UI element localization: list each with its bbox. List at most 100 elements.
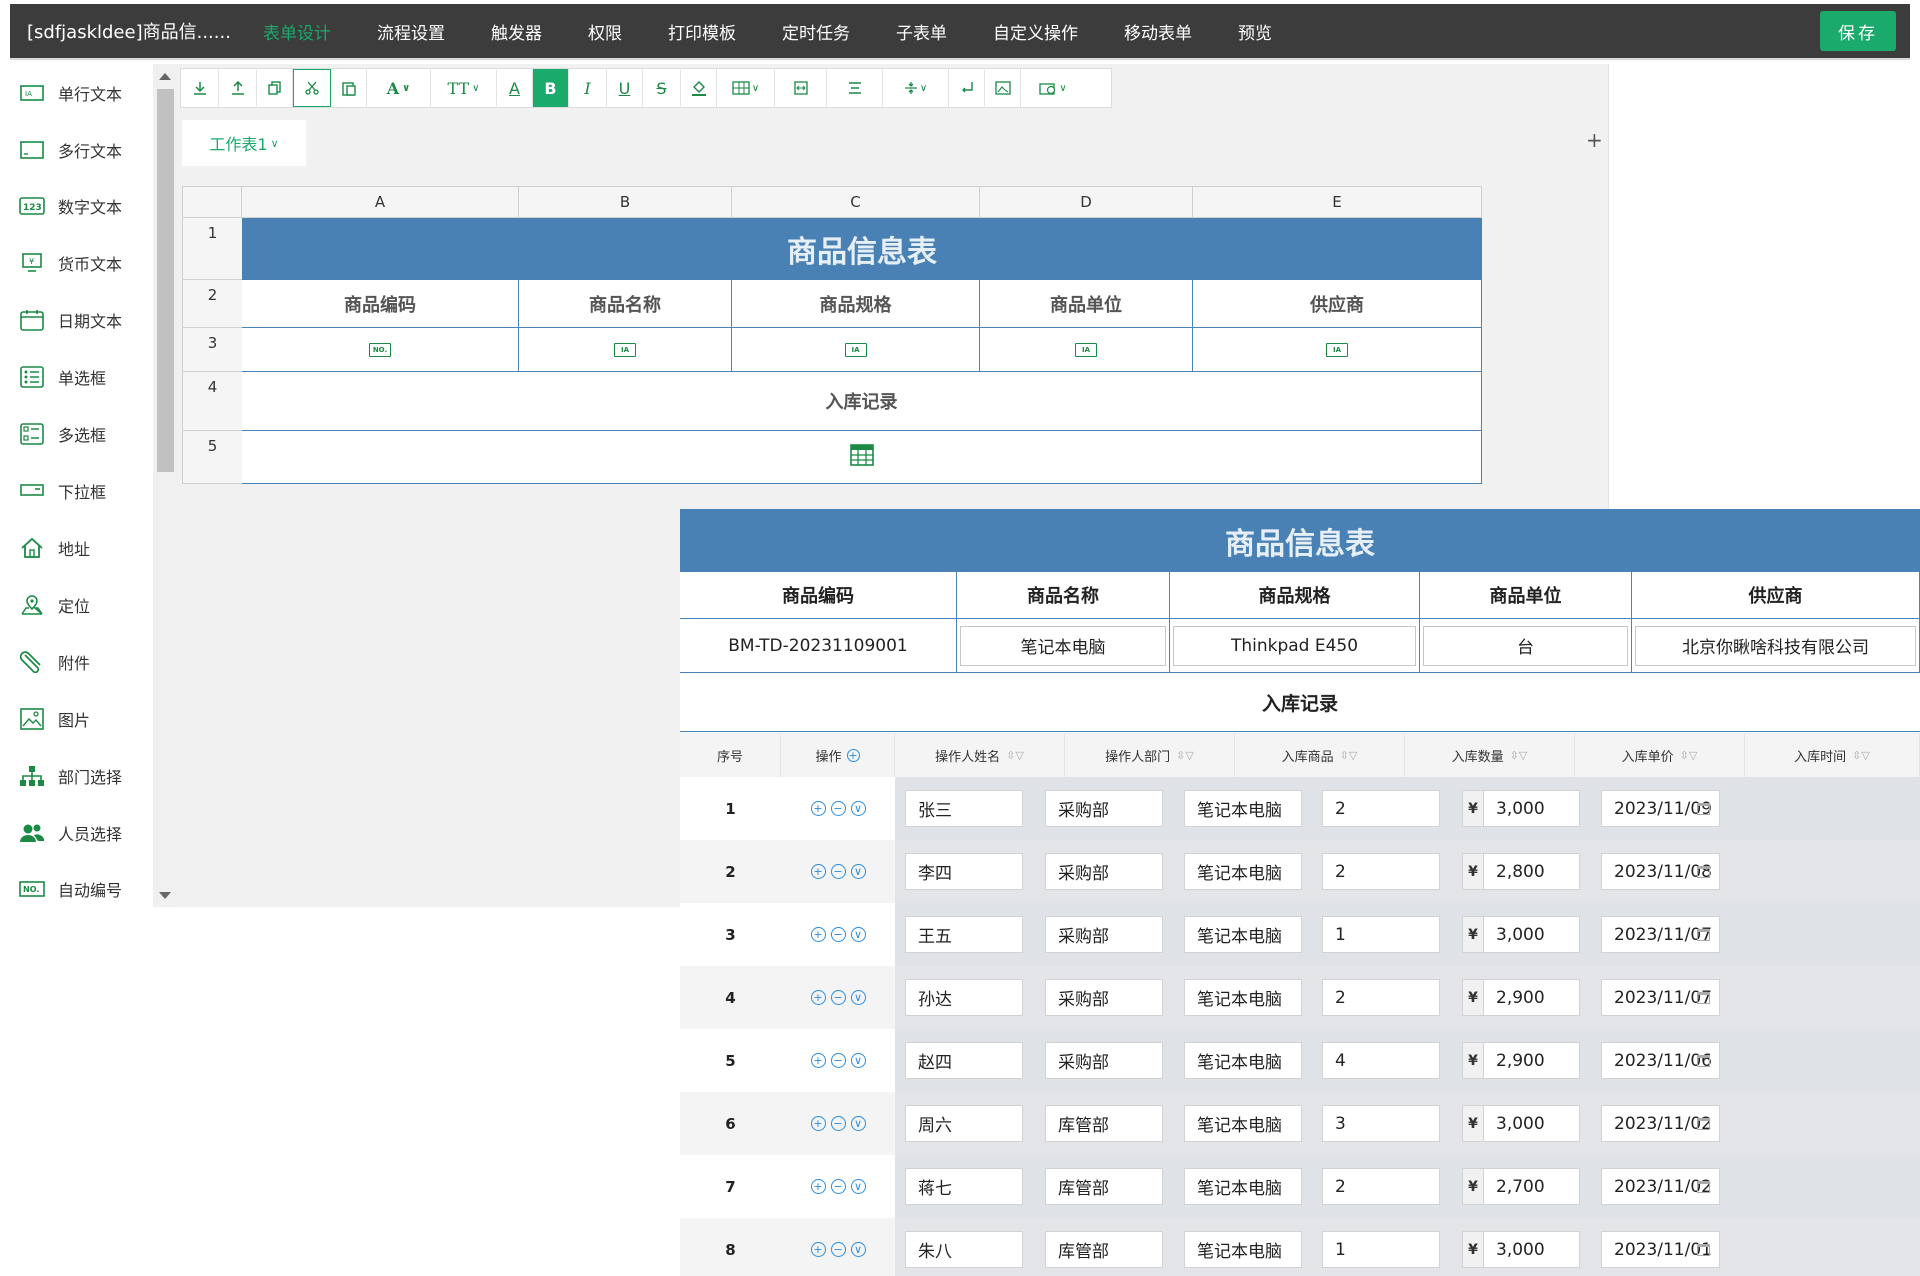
nav-form-design[interactable]: 表单设计	[240, 4, 354, 58]
product-input[interactable]: 笔记本电脑	[1184, 790, 1302, 827]
operator-name-input[interactable]: 张三	[905, 790, 1023, 827]
date-input[interactable]: 2023/11/06	[1601, 1042, 1720, 1079]
row-header-2[interactable]: 2	[182, 280, 242, 328]
scroll-down-arrow-icon[interactable]	[159, 892, 171, 899]
grid-header-cell[interactable]: 商品单位	[980, 280, 1193, 328]
date-input[interactable]: 2023/11/02	[1601, 1168, 1720, 1205]
border-icon[interactable]: ∨	[717, 69, 775, 107]
grid-header-cell[interactable]: 供应商	[1193, 280, 1482, 328]
nav-permissions[interactable]: 权限	[565, 4, 645, 58]
subform-header-operator[interactable]: 操作人姓名 ⇳▽	[895, 733, 1065, 777]
unit-price-input[interactable]: 2,800	[1483, 853, 1580, 890]
nav-subforms[interactable]: 子表单	[873, 4, 970, 58]
unit-price-input[interactable]: 3,000	[1483, 1105, 1580, 1142]
product-input[interactable]: 笔记本电脑	[1184, 1231, 1302, 1268]
scrollbar-thumb[interactable]	[157, 89, 174, 472]
palette-location[interactable]: 定位	[0, 585, 152, 625]
add-row-icon[interactable]: +	[810, 1116, 826, 1131]
grid-corner[interactable]	[182, 186, 242, 218]
export-icon[interactable]	[219, 69, 257, 107]
grid-header-cell[interactable]: 商品名称	[519, 280, 732, 328]
sort-filter-icon[interactable]: ⇳▽	[1680, 749, 1698, 762]
calendar-icon[interactable]	[1697, 1055, 1710, 1067]
quantity-input[interactable]: 2	[1322, 790, 1440, 827]
font-size-button[interactable]: TT ∨	[431, 69, 497, 107]
quantity-input[interactable]: 2	[1322, 1168, 1440, 1205]
calendar-icon[interactable]	[1697, 992, 1710, 1004]
operator-dept-input[interactable]: 采购部	[1045, 853, 1163, 890]
palette-people-select[interactable]: 人员选择	[0, 813, 152, 853]
calendar-icon[interactable]	[1697, 866, 1710, 878]
grid-subform-cell[interactable]	[242, 431, 1482, 484]
operator-dept-input[interactable]: 采购部	[1045, 979, 1163, 1016]
grid-field-cell[interactable]: NO.	[242, 328, 519, 372]
align-icon[interactable]	[827, 69, 883, 107]
grid-field-cell[interactable]: IA	[1193, 328, 1482, 372]
palette-date-text[interactable]: 日期文本	[0, 300, 152, 340]
font-color-button[interactable]: A	[497, 69, 533, 107]
add-row-icon[interactable]: +	[810, 864, 826, 879]
row-header-3[interactable]: 3	[182, 328, 242, 372]
operator-dept-input[interactable]: 库管部	[1045, 1231, 1163, 1268]
quantity-input[interactable]: 2	[1322, 853, 1440, 890]
palette-scrollbar[interactable]	[153, 64, 178, 907]
nav-preview[interactable]: 预览	[1215, 4, 1295, 58]
expand-row-icon[interactable]: ∨	[850, 927, 866, 942]
more-options-icon[interactable]: ∨	[1021, 69, 1085, 107]
operator-name-input[interactable]: 王五	[905, 916, 1023, 953]
remove-row-icon[interactable]: −	[830, 801, 846, 816]
italic-button[interactable]: I	[569, 69, 607, 107]
add-row-icon[interactable]: +	[846, 748, 860, 762]
sort-filter-icon[interactable]: ⇳▽	[1340, 749, 1358, 762]
nav-mobile-form[interactable]: 移动表单	[1101, 4, 1215, 58]
subform-header-price[interactable]: 入库单价 ⇳▽	[1575, 733, 1745, 777]
calendar-icon[interactable]	[1697, 1118, 1710, 1130]
remove-row-icon[interactable]: −	[830, 1116, 846, 1131]
palette-dropdown[interactable]: 下拉框	[0, 471, 152, 511]
date-input[interactable]: 2023/11/09	[1601, 790, 1720, 827]
add-row-icon[interactable]: +	[810, 990, 826, 1005]
unit-price-input[interactable]: 2,700	[1483, 1168, 1580, 1205]
insert-image-icon[interactable]	[985, 69, 1021, 107]
sort-filter-icon[interactable]: ⇳▽	[1176, 749, 1194, 762]
product-name-field[interactable]: 笔记本电脑	[960, 625, 1166, 666]
subform-header-qty[interactable]: 入库数量 ⇳▽	[1405, 733, 1575, 777]
nav-process-settings[interactable]: 流程设置	[354, 4, 468, 58]
remove-row-icon[interactable]: −	[830, 1179, 846, 1194]
strikethrough-button[interactable]: S	[643, 69, 681, 107]
palette-image[interactable]: 图片	[0, 699, 152, 739]
operator-name-input[interactable]: 孙达	[905, 979, 1023, 1016]
grid-field-cell[interactable]: IA	[980, 328, 1193, 372]
unit-price-input[interactable]: 3,000	[1483, 790, 1580, 827]
font-family-button[interactable]: A ∨	[367, 69, 431, 107]
palette-checkbox[interactable]: 多选框	[0, 414, 152, 454]
subform-header-date[interactable]: 入库时间 ⇳▽	[1745, 733, 1920, 777]
quantity-input[interactable]: 3	[1322, 1105, 1440, 1142]
import-icon[interactable]	[181, 69, 219, 107]
sort-filter-icon[interactable]: ⇳▽	[1006, 749, 1024, 762]
paste-icon[interactable]	[331, 69, 367, 107]
remove-row-icon[interactable]: −	[830, 927, 846, 942]
palette-single-line-text[interactable]: IA 单行文本	[0, 73, 152, 113]
underline-button[interactable]: U	[607, 69, 643, 107]
bold-button[interactable]: B	[533, 69, 569, 107]
expand-row-icon[interactable]: ∨	[850, 1179, 866, 1194]
valign-icon[interactable]: ∨	[883, 69, 949, 107]
expand-row-icon[interactable]: ∨	[850, 990, 866, 1005]
palette-multi-line-text[interactable]: 多行文本	[0, 130, 152, 170]
date-input[interactable]: 2023/11/01	[1601, 1231, 1720, 1268]
expand-row-icon[interactable]: ∨	[850, 1116, 866, 1131]
calendar-icon[interactable]	[1697, 929, 1710, 941]
operator-name-input[interactable]: 李四	[905, 853, 1023, 890]
remove-row-icon[interactable]: −	[830, 1053, 846, 1068]
unit-price-input[interactable]: 2,900	[1483, 1042, 1580, 1079]
product-input[interactable]: 笔记本电脑	[1184, 1168, 1302, 1205]
sort-filter-icon[interactable]: ⇳▽	[1852, 749, 1870, 762]
add-row-icon[interactable]: +	[810, 1242, 826, 1257]
product-input[interactable]: 笔记本电脑	[1184, 916, 1302, 953]
grid-header-cell[interactable]: 商品编码	[242, 280, 519, 328]
nav-print-templates[interactable]: 打印模板	[645, 4, 759, 58]
supplier-field[interactable]: 北京你瞅啥科技有限公司	[1635, 625, 1916, 666]
operator-name-input[interactable]: 周六	[905, 1105, 1023, 1142]
sort-filter-icon[interactable]: ⇳▽	[1510, 749, 1528, 762]
